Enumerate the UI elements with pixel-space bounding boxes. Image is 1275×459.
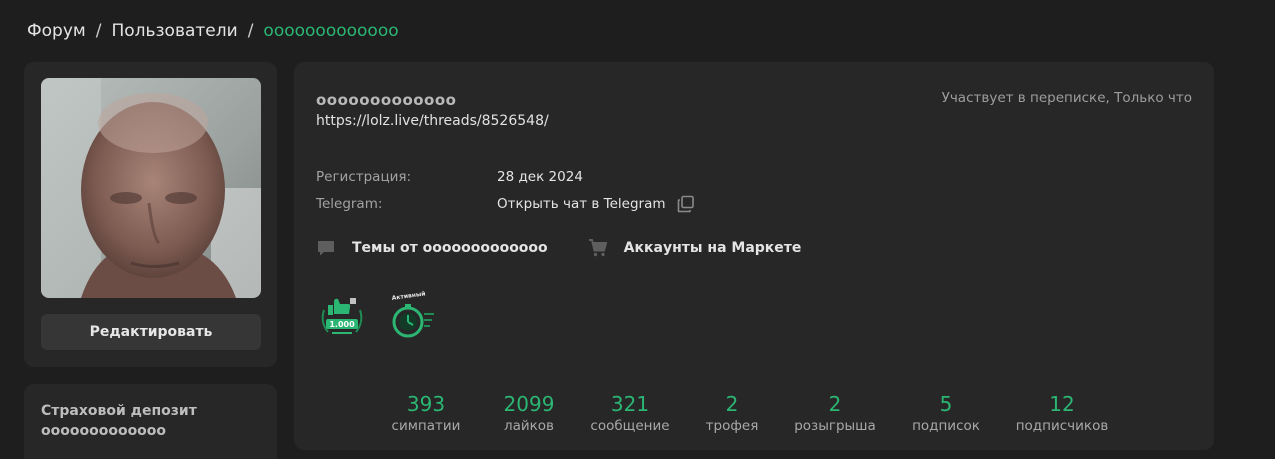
likes-1000-trophy-icon[interactable]: 1.000 [316, 290, 368, 342]
profile-links: Темы от ооооооооооооо Аккаунты на Маркет… [316, 238, 801, 258]
stat-value: 12 [1049, 392, 1075, 416]
deposit-value: ооооооооооооо [41, 423, 167, 439]
telegram-row: Telegram: Открыть чат в Telegram [316, 195, 695, 213]
stat-label: розыгрыша [794, 418, 876, 434]
stat-label: симпатии [391, 418, 461, 434]
breadcrumb-current: ооооооооооооо [263, 21, 399, 41]
registration-row: Регистрация: 28 дек 2024 [316, 169, 583, 185]
telegram-link[interactable]: Открыть чат в Telegram [497, 196, 666, 212]
profile-card: ооооооооооооо https://lolz.live/threads/… [294, 62, 1214, 450]
registration-label: Регистрация: [316, 169, 412, 185]
breadcrumb-forum-link[interactable]: Форум [27, 21, 86, 41]
stat-value: 321 [610, 392, 650, 416]
profile-username: ооооооооооооо [316, 91, 457, 109]
stat-giveaways[interactable]: 2 розыгрыша [788, 392, 882, 436]
chat-bubble-icon [316, 238, 336, 258]
breadcrumb: Форум / Пользователи / ооооооооооооо [27, 21, 399, 41]
stat-value: 5 [939, 392, 953, 416]
market-accounts-label: Аккаунты на Маркете [623, 240, 802, 256]
avatar[interactable] [41, 78, 261, 298]
trophy-badge-text: Активный [391, 290, 426, 302]
breadcrumb-separator: / [247, 21, 254, 41]
telegram-label: Telegram: [316, 196, 383, 212]
stat-trophies[interactable]: 2 трофея [699, 392, 765, 436]
deposit-title: Страховой депозит [41, 403, 197, 419]
stat-followers[interactable]: 12 подписчиков [1010, 392, 1114, 436]
stat-label: трофея [705, 418, 759, 434]
shopping-cart-icon [588, 238, 608, 258]
user-topics-link[interactable]: Темы от ооооооооооооо [316, 238, 548, 258]
stat-value: 2 [725, 392, 739, 416]
stat-label: сообщение [590, 418, 670, 434]
stat-value: 2099 [503, 392, 555, 416]
trophies-row: 1.000 Активный [316, 290, 456, 342]
trophy-badge-text: 1.000 [329, 320, 355, 329]
market-accounts-link[interactable]: Аккаунты на Маркете [588, 238, 802, 258]
edit-profile-button[interactable]: Редактировать [41, 314, 261, 350]
stat-likes[interactable]: 2099 лайков [494, 392, 564, 436]
registration-value: 28 дек 2024 [497, 169, 583, 185]
stat-value: 393 [406, 392, 446, 416]
stat-label: лайков [503, 418, 555, 434]
insurance-deposit-card: Страховой депозит ооооооооооооо [24, 384, 277, 459]
copy-icon[interactable] [677, 195, 695, 213]
stat-label: подписчиков [1015, 418, 1109, 434]
stat-sympathies[interactable]: 393 симпатии [391, 392, 461, 436]
user-topics-label: Темы от ооооооооооооо [352, 240, 548, 256]
stat-label: подписок [912, 418, 980, 434]
breadcrumb-separator: / [95, 21, 102, 41]
breadcrumb-users-link[interactable]: Пользователи [111, 21, 237, 41]
profile-status: Участвует в переписке, Только что [941, 90, 1192, 106]
stat-subscriptions[interactable]: 5 подписок [907, 392, 985, 436]
avatar-card: Редактировать [24, 62, 277, 367]
avatar-image [41, 78, 261, 298]
stat-messages[interactable]: 321 сообщение [586, 392, 674, 436]
stat-value: 2 [828, 392, 842, 416]
active-user-trophy-icon[interactable]: Активный [386, 290, 438, 342]
profile-link[interactable]: https://lolz.live/threads/8526548/ [316, 113, 549, 129]
